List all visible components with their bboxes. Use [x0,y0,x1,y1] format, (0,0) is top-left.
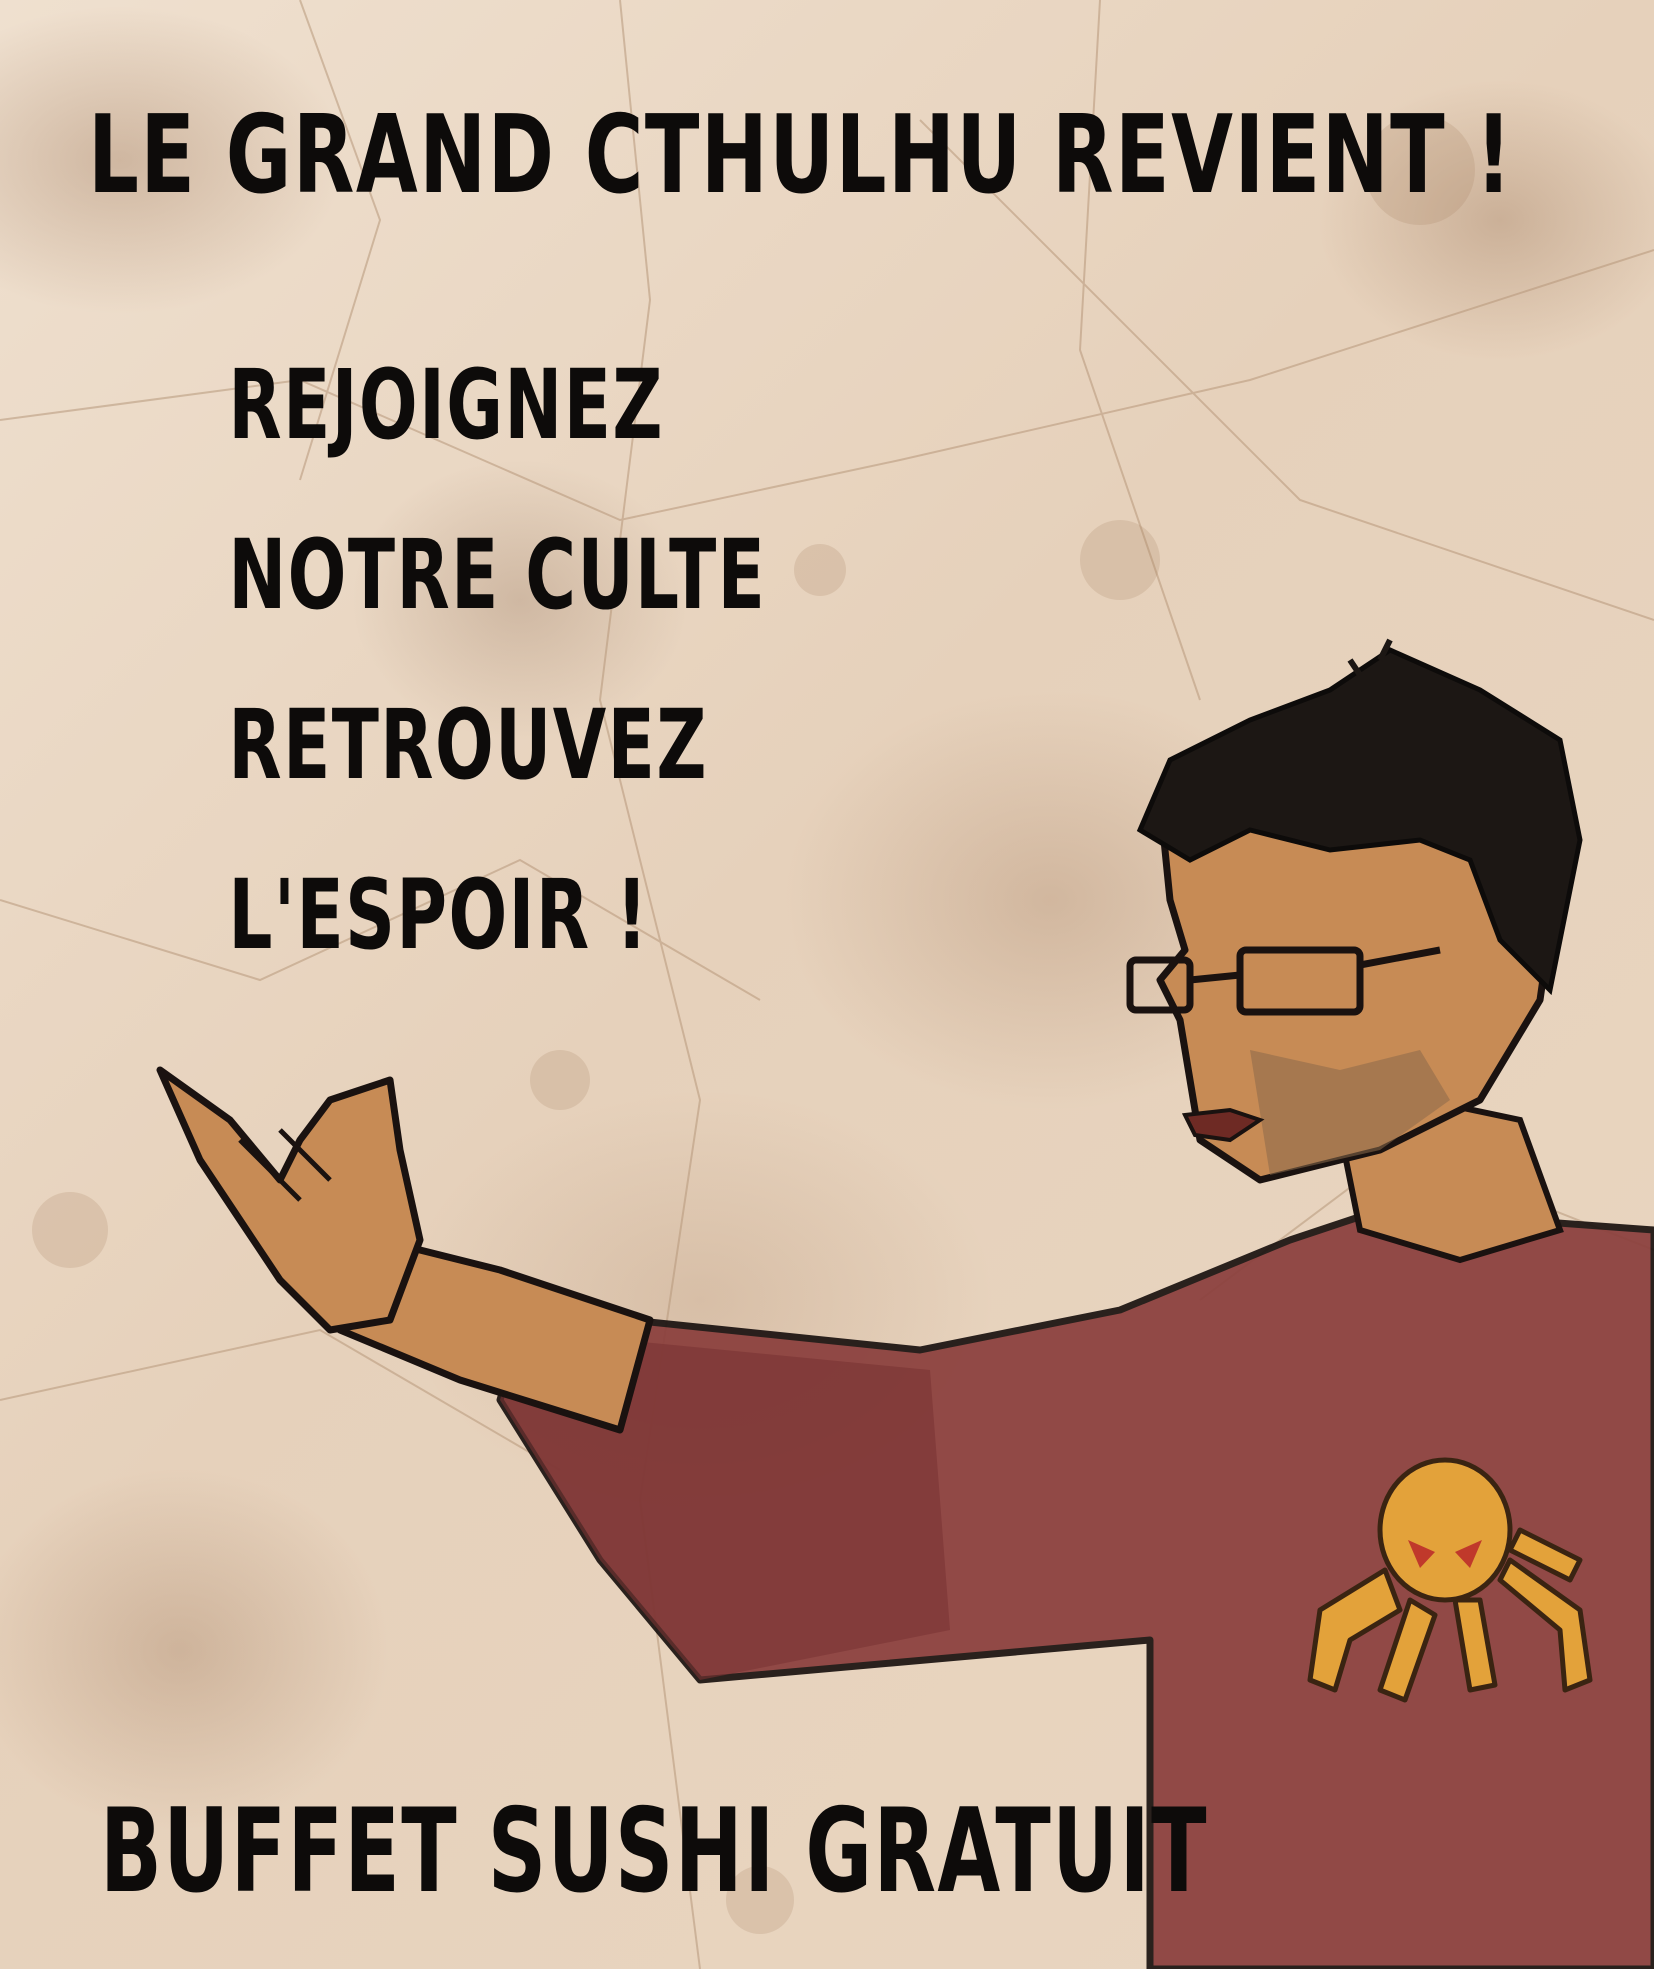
poster-title: LE GRAND CTHULHU REVIENT ! [88,93,1514,218]
slogan-line-2: NOTRE CULTE [228,519,767,631]
raised-hand [156,1066,424,1334]
slogan-line-1: REJOIGNEZ [228,349,664,461]
slogan-block: REJOIGNEZ NOTRE CULTE RETROUVEZ L'ESPOIR… [150,349,767,1000]
footer-offer: BUFFET SUSHI GRATUIT [100,1784,1208,1919]
slogan-line-4: L'ESPOIR ! [228,859,649,971]
cult-poster: LE GRAND CTHULHU REVIENT ! REJOIGNEZ NOT… [0,0,1654,1969]
slogan-line-3: RETROUVEZ [228,689,708,801]
